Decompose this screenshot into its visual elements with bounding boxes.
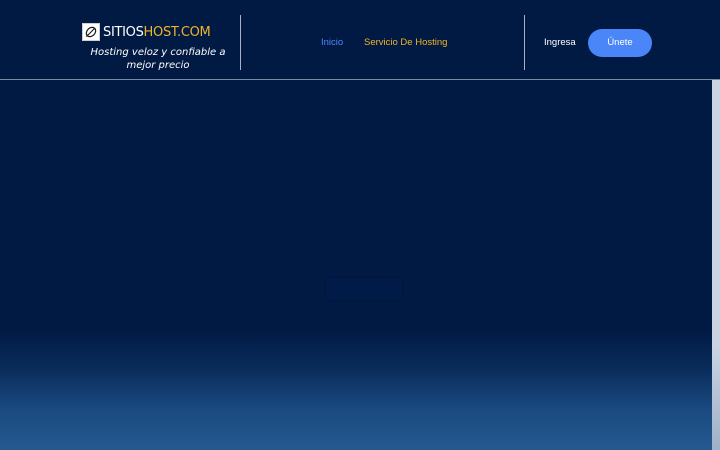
nav-link-inicio[interactable]: Inicio bbox=[321, 37, 343, 48]
site-header: SITIOSHOST.COM Hosting veloz y confiable… bbox=[0, 0, 720, 80]
page: SITIOSHOST.COM Hosting veloz y confiable… bbox=[0, 0, 720, 450]
nav-link-hosting-services[interactable]: Servicio De Hosting bbox=[364, 37, 447, 48]
scrollbar[interactable] bbox=[712, 80, 720, 450]
join-button[interactable]: Únete bbox=[588, 29, 652, 57]
hero-button[interactable] bbox=[326, 278, 402, 300]
login-link[interactable]: Ingresa bbox=[544, 37, 576, 48]
